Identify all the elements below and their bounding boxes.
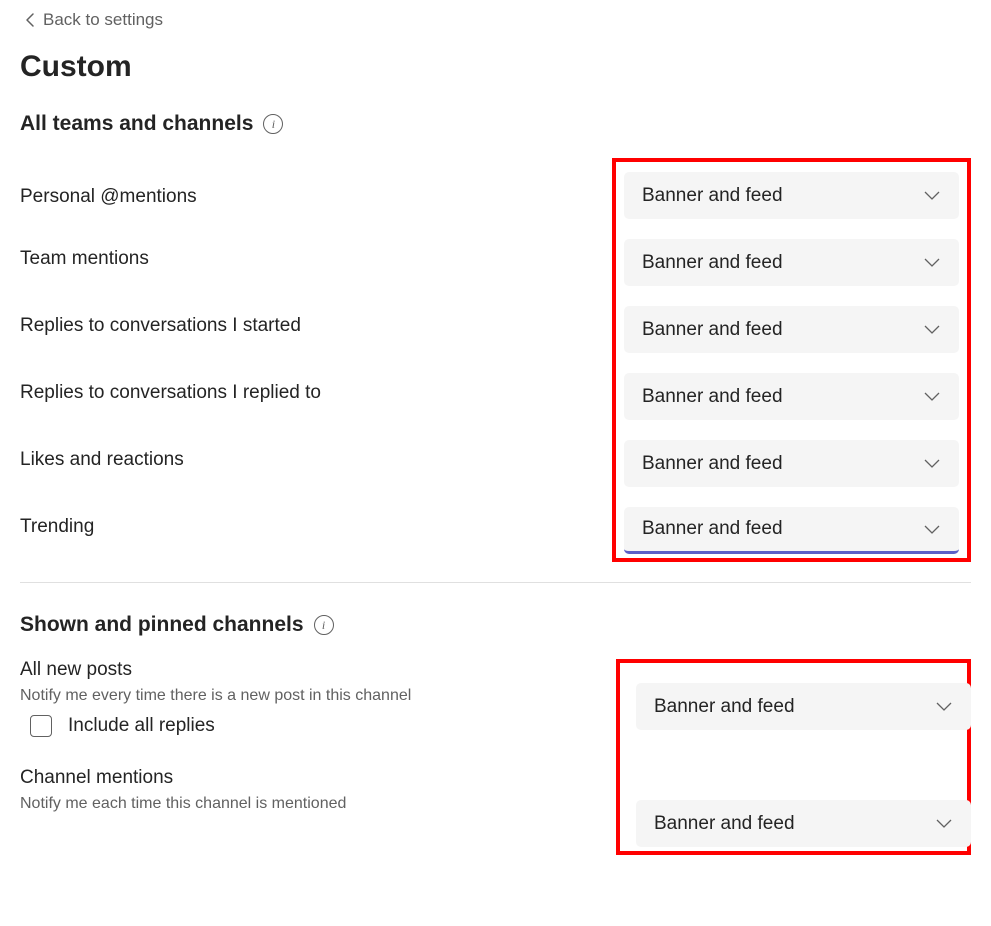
include-replies-label: Include all replies [68,715,215,737]
include-replies-checkbox[interactable] [30,715,52,737]
setting-label: Team mentions [20,248,149,270]
setting-label: Replies to conversations I replied to [20,382,321,404]
replies-replied-dropdown[interactable]: Banner and feed [624,373,959,420]
back-label: Back to settings [43,10,163,30]
chevron-down-icon [923,458,941,469]
chevron-left-icon [25,12,35,28]
dropdown-value: Banner and feed [654,696,795,718]
setting-label: Personal @mentions [20,186,197,208]
back-to-settings-link[interactable]: Back to settings [20,10,971,30]
page-title: Custom [20,50,971,84]
setting-label: Likes and reactions [20,449,184,471]
dropdown-value: Banner and feed [642,518,783,540]
setting-label: Trending [20,516,94,538]
section-divider [20,582,971,583]
chevron-down-icon [923,324,941,335]
channel-mentions-description: Notify me each time this channel is ment… [20,795,616,813]
chevron-down-icon [923,391,941,402]
setting-label: Replies to conversations I started [20,315,301,337]
dropdown-value: Banner and feed [642,319,783,341]
trending-dropdown[interactable]: Banner and feed [624,507,959,554]
chevron-down-icon [935,701,953,712]
channel-mentions-label: Channel mentions [20,767,616,789]
all-new-posts-label: All new posts [20,659,616,681]
team-mentions-dropdown[interactable]: Banner and feed [624,239,959,286]
section-header-shown-pinned: Shown and pinned channels i [20,613,971,637]
channel-mentions-dropdown[interactable]: Banner and feed [636,800,971,847]
section-header-all-teams: All teams and channels i [20,112,971,136]
likes-reactions-dropdown[interactable]: Banner and feed [624,440,959,487]
all-new-posts-dropdown[interactable]: Banner and feed [636,683,971,730]
chevron-down-icon [923,524,941,535]
chevron-down-icon [923,257,941,268]
dropdown-value: Banner and feed [642,453,783,475]
dropdown-value: Banner and feed [642,252,783,274]
section-title: All teams and channels [20,112,253,136]
dropdown-value: Banner and feed [642,185,783,207]
personal-mentions-dropdown[interactable]: Banner and feed [624,172,959,219]
highlight-annotation: Banner and feed Banner and feed Banner a… [612,158,971,562]
dropdown-value: Banner and feed [654,813,795,835]
section-title: Shown and pinned channels [20,613,304,637]
chevron-down-icon [923,190,941,201]
info-icon[interactable]: i [263,114,283,134]
chevron-down-icon [935,818,953,829]
dropdown-value: Banner and feed [642,386,783,408]
info-icon[interactable]: i [314,615,334,635]
highlight-annotation: Banner and feed Banner and feed [616,659,971,855]
all-new-posts-description: Notify me every time there is a new post… [20,687,616,705]
replies-started-dropdown[interactable]: Banner and feed [624,306,959,353]
